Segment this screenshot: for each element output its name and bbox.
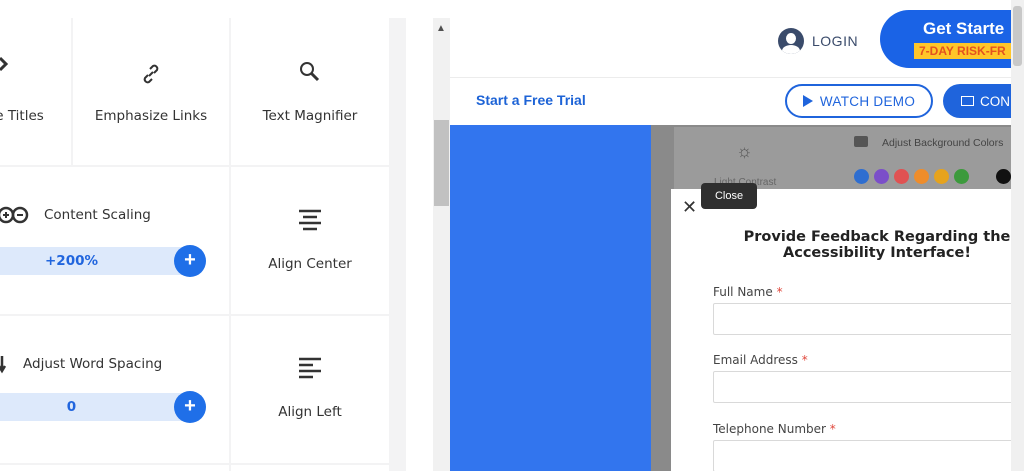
tile-label-word-spacing: Adjust Word Spacing [23,356,163,372]
word-spacing-slider[interactable]: 0 + [0,391,206,423]
free-trial-link[interactable]: Start a Free Trial [476,92,586,108]
tile-label-titles: ze Titles [0,108,44,124]
color-swatch [854,169,869,184]
watch-demo-label: WATCH DEMO [819,93,916,109]
contact-label: CON [980,93,1010,109]
scroll-up-arrow-icon[interactable]: ▲ [434,22,448,36]
watch-demo-button[interactable]: WATCH DEMO [785,84,933,118]
zoom-icon [0,206,29,224]
risk-free-badge: 7-DAY RISK-FR [914,43,1011,59]
content-scaling-value: +200% [44,253,99,269]
login-link[interactable]: LOGIN [778,28,858,54]
color-swatch [954,169,969,184]
next-tile-partial[interactable] [231,465,389,471]
tile-label-links: Emphasize Links [94,108,208,124]
user-icon [778,28,804,54]
full-name-input[interactable] [713,303,1013,335]
content-scaling-tile: Content Scaling +200% + [0,167,229,314]
panel-scrollbar-thumb[interactable] [434,120,449,206]
adjust-background-label: Adjust Background Colors [882,137,1004,149]
content-scaling-slider[interactable]: +200% + [0,245,206,277]
required-marker: * [801,353,808,367]
color-swatch [894,169,909,184]
color-swatch [996,169,1011,184]
tile-label-center: Align Center [268,256,352,272]
background-accessibility-widget: ☼ Light Contrast Adjust Background Color… [674,127,1024,189]
word-spacing-icon [0,356,7,374]
highlight-titles-tile[interactable]: ze Titles [0,18,71,165]
align-center-icon [299,209,321,231]
play-icon [802,95,813,107]
align-left-tile[interactable]: Align Left [231,316,389,463]
mail-icon [961,96,974,106]
required-marker: * [776,285,783,299]
text-magnifier-tile[interactable]: Text Magnifier [231,18,389,165]
increase-scaling-button[interactable]: + [174,245,206,277]
tile-label-left: Align Left [278,404,342,420]
telephone-number-label: Telephone Number * [713,422,836,436]
telephone-number-input[interactable] [713,440,1013,471]
palette-icon [854,136,868,147]
emphasize-links-tile[interactable]: Emphasize Links [73,18,229,165]
close-icon[interactable]: ✕ [682,197,697,218]
color-swatch [914,169,929,184]
increase-word-spacing-button[interactable]: + [174,391,206,423]
full-name-label: Full Name * [713,285,783,299]
word-spacing-tile: Adjust Word Spacing 0 + [0,316,229,463]
email-address-label: Email Address * [713,353,808,367]
titles-icon [0,56,9,72]
required-marker: * [829,422,836,436]
feedback-modal-title: Provide Feedback Regarding the Accessibi… [743,229,1011,261]
get-started-label: Get Starte [923,19,1005,38]
email-address-input[interactable] [713,371,1013,403]
sun-icon: ☼ [736,141,753,161]
word-spacing-value: 0 [66,399,77,415]
magnifier-icon [300,62,320,82]
get-started-button[interactable]: Get Starte 7-DAY RISK-FR [880,10,1024,68]
panel-scrollbar[interactable] [433,18,450,471]
page-scrollbar[interactable] [1011,0,1024,471]
color-swatch [934,169,949,184]
tile-label-magnifier: Text Magnifier [262,108,358,124]
next-tile-partial[interactable] [0,465,229,471]
accessibility-panel: ze Titles Emphasize Links Text Magnifier… [0,18,406,471]
link-icon [143,64,159,84]
page-scrollbar-thumb[interactable] [1013,6,1022,66]
align-left-icon [299,357,321,379]
tile-label-scaling: Content Scaling [44,207,151,223]
login-label: LOGIN [812,33,859,49]
panel-gutter [406,18,433,471]
color-swatch [874,169,889,184]
close-tooltip: Close [701,183,757,209]
align-center-tile[interactable]: Align Center [231,167,389,314]
